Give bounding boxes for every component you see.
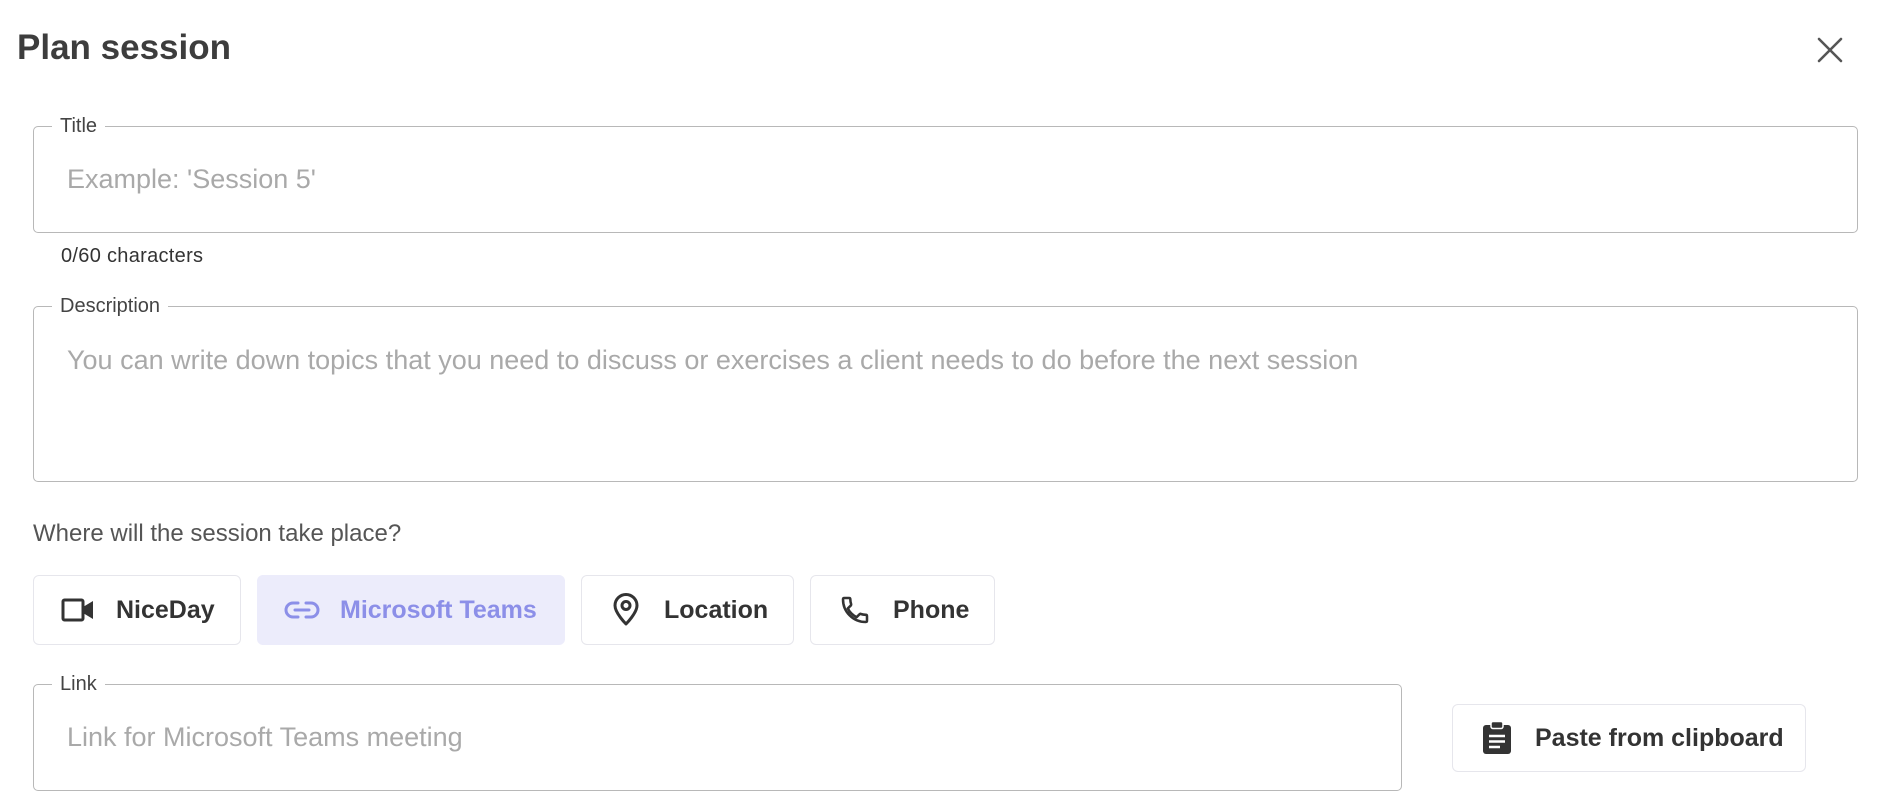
link-input[interactable] bbox=[34, 685, 1401, 789]
option-location-label: Location bbox=[664, 595, 769, 624]
description-field: Description bbox=[33, 295, 1858, 482]
option-location-button[interactable]: Location bbox=[581, 575, 794, 645]
option-niceday-label: NiceDay bbox=[116, 595, 215, 624]
location-question: Where will the session take place? bbox=[33, 520, 402, 547]
close-button[interactable] bbox=[1808, 28, 1852, 72]
phone-icon bbox=[837, 592, 873, 628]
link-field: Link bbox=[33, 673, 1402, 791]
title-char-count: 0/60 characters bbox=[61, 245, 204, 267]
link-icon bbox=[284, 592, 320, 628]
video-camera-icon bbox=[60, 592, 96, 628]
option-microsoft-teams-label: Microsoft Teams bbox=[340, 595, 537, 624]
map-pin-icon bbox=[608, 592, 644, 628]
description-field-label: Description bbox=[52, 295, 169, 317]
clipboard-icon bbox=[1479, 720, 1515, 756]
description-input[interactable] bbox=[34, 343, 1857, 473]
paste-from-clipboard-button[interactable]: Paste from clipboard bbox=[1452, 704, 1806, 772]
dialog-title: Plan session bbox=[17, 28, 231, 67]
option-niceday-button[interactable]: NiceDay bbox=[33, 575, 241, 645]
paste-from-clipboard-label: Paste from clipboard bbox=[1535, 723, 1784, 752]
option-microsoft-teams-button[interactable]: Microsoft Teams bbox=[257, 575, 565, 645]
option-phone-label: Phone bbox=[893, 595, 970, 624]
close-icon bbox=[1817, 37, 1843, 63]
title-field: Title bbox=[33, 115, 1858, 233]
title-input[interactable] bbox=[34, 127, 1857, 231]
option-phone-button[interactable]: Phone bbox=[810, 575, 995, 645]
